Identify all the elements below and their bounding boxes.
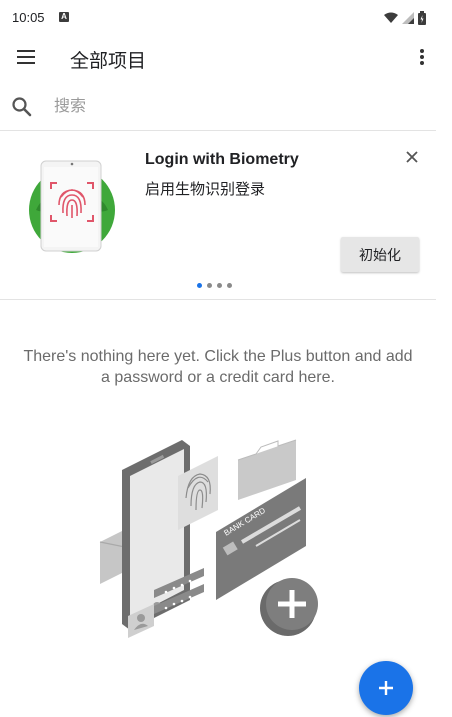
empty-state-message: There's nothing here yet. Click the Plus… bbox=[23, 348, 413, 386]
carousel-dot[interactable] bbox=[217, 283, 222, 288]
add-item-button[interactable] bbox=[359, 661, 413, 715]
fingerprint-phone-illustration bbox=[29, 160, 115, 253]
plus-icon bbox=[379, 681, 393, 695]
search-icon bbox=[12, 97, 32, 117]
search-input[interactable] bbox=[54, 94, 414, 120]
app-bar: 全部项目 bbox=[0, 34, 452, 80]
carousel-indicator bbox=[197, 283, 232, 288]
battery-icon bbox=[418, 11, 426, 25]
status-bar: 10:05 A bbox=[0, 0, 452, 34]
biometry-promo-card: Login with Biometry 启用生物识别登录 初始化 bbox=[0, 131, 436, 300]
promo-title: Login with Biometry bbox=[145, 151, 299, 168]
search-bar bbox=[0, 82, 436, 131]
carousel-dot[interactable] bbox=[197, 283, 202, 288]
close-icon[interactable] bbox=[402, 147, 422, 167]
status-icons bbox=[384, 10, 426, 26]
status-time: 10:05 bbox=[12, 10, 45, 25]
notification-icon: A bbox=[59, 12, 69, 22]
carousel-dot[interactable] bbox=[207, 283, 212, 288]
page-title: 全部项目 bbox=[70, 51, 147, 72]
menu-icon[interactable] bbox=[12, 44, 40, 70]
more-vert-icon[interactable] bbox=[414, 46, 430, 68]
initialize-button[interactable]: 初始化 bbox=[341, 237, 419, 272]
carousel-dot[interactable] bbox=[227, 283, 232, 288]
wifi-icon bbox=[384, 12, 398, 23]
promo-subtitle: 启用生物识别登录 bbox=[145, 181, 266, 198]
signal-icon bbox=[402, 12, 414, 24]
empty-state-illustration: BANK CARD bbox=[99, 439, 318, 638]
